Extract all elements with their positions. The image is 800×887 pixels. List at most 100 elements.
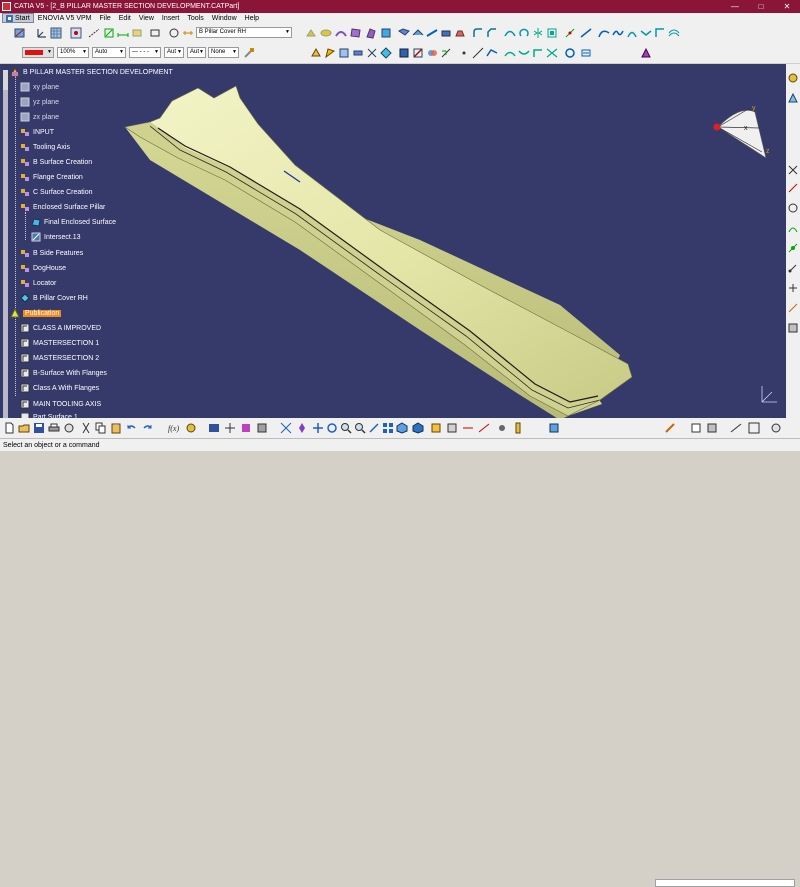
hide-icon[interactable] <box>430 422 442 434</box>
pan-icon[interactable] <box>312 422 324 434</box>
zoom-out-icon[interactable] <box>354 422 366 434</box>
tree-item-b-pillar-cover-rh[interactable]: B Pillar Cover RH <box>20 292 88 304</box>
tree-item-mastersection-2[interactable]: MASTERSECTION 2 <box>20 352 99 364</box>
scene-icon[interactable] <box>240 422 252 434</box>
render-style-icon[interactable] <box>787 72 799 84</box>
cut-icon[interactable] <box>80 422 92 434</box>
measure-item-icon[interactable] <box>478 422 490 434</box>
shading-icon[interactable] <box>412 422 424 434</box>
law-icon[interactable] <box>787 302 799 314</box>
properties-icon[interactable] <box>690 422 702 434</box>
paste-icon[interactable] <box>110 422 122 434</box>
copy-format-icon[interactable] <box>706 422 718 434</box>
tree-item-enclosed-surface-pillar[interactable]: Enclosed Surface Pillar <box>20 201 105 213</box>
tree-root-label: B PILLAR MASTER SECTION DEVELOPMENT <box>23 68 173 76</box>
tree-scrollbar[interactable] <box>3 70 8 430</box>
connect-checker-icon[interactable] <box>787 262 799 274</box>
tree-item-publication[interactable]: Publication <box>10 307 62 319</box>
tree-item-label: MASTERSECTION 1 <box>33 339 100 347</box>
ruler-icon[interactable] <box>730 422 742 434</box>
constraint-icon[interactable] <box>787 182 799 194</box>
open-icon[interactable] <box>18 422 30 434</box>
tree-item-b-side-features[interactable]: B Side Features <box>20 247 83 259</box>
apply-material-icon[interactable] <box>512 422 524 434</box>
status-bar: Select an object or a command <box>0 438 800 887</box>
copy-icon[interactable] <box>95 422 107 434</box>
tools-palette-icon[interactable] <box>664 422 676 434</box>
tree-item-mastersection-1[interactable]: MASTERSECTION 1 <box>20 337 99 349</box>
svg-text:f(x): f(x) <box>168 424 179 433</box>
sketch-icon <box>20 399 30 409</box>
knowledge-icon[interactable] <box>185 422 197 434</box>
compass-origin[interactable] <box>713 123 721 131</box>
tree-item-final-enclosed-surface[interactable]: Final Enclosed Surface <box>31 216 116 228</box>
compass-snap-icon[interactable] <box>770 422 782 434</box>
quick-view-icon[interactable] <box>63 422 75 434</box>
compass-y-label: y <box>752 105 756 112</box>
tree-item-b-surface-with-flanges[interactable]: B-Surface With Flanges <box>20 367 107 379</box>
tree-item-main-tooling-axis[interactable]: MAIN TOOLING AXIS <box>20 398 101 410</box>
fly-mode-icon[interactable] <box>224 422 236 434</box>
rotate-view-icon[interactable] <box>326 422 338 434</box>
insert-sketch-icon[interactable] <box>787 164 799 176</box>
command-input[interactable] <box>655 879 795 887</box>
tree-item-c-surface-creation[interactable]: C Surface Creation <box>20 186 93 198</box>
tree-item-class-a-with-flanges[interactable]: Class A With Flanges <box>20 382 99 394</box>
zoom-area-icon[interactable] <box>296 422 308 434</box>
tree-item-label: Publication <box>23 309 62 317</box>
curvature-icon[interactable] <box>787 222 799 234</box>
tree-item-label: DogHouse <box>33 264 67 272</box>
tree-item-b-surface-creation[interactable]: B Surface Creation <box>20 156 92 168</box>
geometrical-set-icon <box>20 172 30 182</box>
formula-icon[interactable]: f(x) <box>168 422 180 434</box>
print-icon[interactable] <box>48 422 60 434</box>
analysis-icon[interactable] <box>787 202 799 214</box>
tree-item-doghouse[interactable]: DogHouse <box>20 262 66 274</box>
draft-analysis-icon[interactable] <box>787 242 799 254</box>
tree-item-xy-plane[interactable]: xy plane <box>20 81 59 93</box>
iso-view-icon[interactable] <box>396 422 408 434</box>
undo-icon[interactable] <box>125 422 137 434</box>
tree-scrollbar-thumb[interactable] <box>3 90 8 420</box>
tree-item-input[interactable]: INPUT <box>20 126 54 138</box>
sectioning-icon[interactable] <box>548 422 560 434</box>
reference-element-icon[interactable] <box>787 92 799 104</box>
tree-item-yz-plane[interactable]: yz plane <box>20 96 59 108</box>
tree-item-zx-plane[interactable]: zx plane <box>20 111 59 123</box>
zoom-in-icon[interactable] <box>340 422 352 434</box>
new-icon[interactable] <box>3 422 15 434</box>
geometrical-set-icon <box>20 263 30 273</box>
tree-item-label: zx plane <box>33 113 60 121</box>
hide-show-icon[interactable] <box>256 422 268 434</box>
feature-recognition-icon[interactable] <box>787 282 799 294</box>
compass[interactable]: x y z <box>700 100 780 160</box>
inertia-icon[interactable] <box>496 422 508 434</box>
sketch-icon <box>20 368 30 378</box>
tree-item-label: MAIN TOOLING AXIS <box>33 400 102 408</box>
tree-item-intersect-13[interactable]: Intersect.13 <box>31 231 81 243</box>
geometrical-set-icon <box>20 157 30 167</box>
tree-item-flange-creation[interactable]: Flange Creation <box>20 171 83 183</box>
redo-icon[interactable] <box>142 422 154 434</box>
plane-icon <box>20 97 30 107</box>
mini-axis-icon <box>761 386 777 403</box>
compass-x-label: x <box>744 125 748 132</box>
tree-item-class-a-improved[interactable]: CLASS A IMPROVED <box>20 322 101 334</box>
save-icon[interactable] <box>33 422 45 434</box>
compass-z-label: z <box>766 148 770 155</box>
multi-view-icon[interactable] <box>382 422 394 434</box>
tree-root[interactable]: B PILLAR MASTER SECTION DEVELOPMENT <box>10 66 173 78</box>
catalog-icon[interactable] <box>787 322 799 334</box>
sketch-icon <box>20 383 30 393</box>
catalog-browser-icon[interactable] <box>208 422 220 434</box>
measure-between-icon[interactable] <box>462 422 474 434</box>
normal-view-icon[interactable] <box>368 422 380 434</box>
tree-item-label: B-Surface With Flanges <box>33 369 107 377</box>
fit-all-icon[interactable] <box>280 422 292 434</box>
grid-snap-icon[interactable] <box>748 422 760 434</box>
tree-item-tooling-axis[interactable]: Tooling Axis <box>20 141 70 153</box>
tree-item-label: xy plane <box>33 83 60 91</box>
tree-item-locator[interactable]: Locator <box>20 277 56 289</box>
swap-visible-icon[interactable] <box>446 422 458 434</box>
tree-item-label: INPUT <box>33 128 54 136</box>
